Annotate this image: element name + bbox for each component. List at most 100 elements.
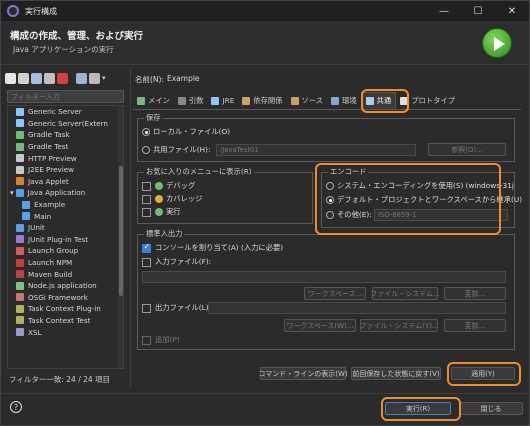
output-variables-button[interactable]: 変数...	[444, 319, 506, 332]
tab-2[interactable]: JRE	[207, 92, 238, 109]
run-configurations-dialog: 実行構成 — ☐ ✕ 構成の作成、管理、および実行 Java アプリケーションの…	[0, 0, 530, 426]
filter-icon[interactable]	[89, 72, 100, 84]
input-workspace-button[interactable]: ワークスペース...	[304, 287, 366, 300]
tab-label: メイン	[148, 95, 170, 105]
encoding-group: エンコード システム・エンコーディングを使用(S) (windows-31j デ…	[321, 167, 522, 228]
other-encoding-select[interactable]: ISO-8859-1	[374, 209, 508, 221]
close-window-button[interactable]: ✕	[495, 1, 529, 21]
tree-item[interactable]: Gradle Task	[8, 129, 123, 141]
favorite-icon	[155, 195, 163, 203]
tab-3[interactable]: 依存関係	[238, 92, 286, 109]
close-button[interactable]: 閉じる	[459, 402, 523, 415]
help-icon[interactable]: ?	[10, 401, 22, 413]
launch-type-icon	[16, 304, 24, 313]
tab-0[interactable]: メイン	[133, 92, 174, 109]
tab-6[interactable]: 共通	[360, 92, 397, 109]
collapse-all-icon[interactable]	[76, 72, 87, 84]
sash[interactable]	[130, 67, 131, 387]
tree-item[interactable]: Launch NPM	[8, 257, 123, 269]
new-config-icon[interactable]	[5, 72, 16, 84]
default-encoding-radio[interactable]: デフォルト・プロジェクトとワークスペースから継承(U)	[326, 195, 522, 205]
tab-label: 環境	[342, 95, 357, 105]
tab-1[interactable]: 引数	[174, 92, 208, 109]
input-file-checkbox[interactable]: 入力ファイル(F):	[142, 257, 211, 267]
append-checkbox[interactable]: 追加(P)	[142, 335, 180, 345]
run-button[interactable]: 実行(R)	[385, 402, 451, 415]
tree-item[interactable]: Launch Group	[8, 245, 123, 257]
export-icon[interactable]	[31, 72, 42, 84]
name-value[interactable]: Example	[167, 74, 200, 85]
input-file-field[interactable]	[142, 271, 506, 283]
output-file-checkbox[interactable]: 出力ファイル(L):	[142, 303, 211, 313]
stdio-group: 標準入出力 コンソールを割り当て(A) (入力に必要) 入力ファイル(F): ワ…	[137, 229, 515, 350]
filter-input[interactable]: フィルター入力	[7, 90, 124, 103]
tree-item-label: Example	[34, 200, 66, 210]
tree-item-label: HTTP Preview	[28, 153, 77, 163]
favorite-icon	[155, 182, 163, 190]
input-filesystem-button[interactable]: ファイル・システム...	[370, 287, 440, 300]
delete-icon[interactable]	[57, 72, 68, 84]
tree-item[interactable]: Main	[8, 210, 123, 222]
tree-item[interactable]: Generic Server	[8, 106, 123, 118]
tree-item[interactable]: Task Context Test	[8, 315, 123, 327]
tree-item[interactable]: ▾ Java Application	[8, 187, 123, 199]
view-menu-icon[interactable]: ▾	[102, 74, 106, 82]
favorite-checkbox[interactable]: 実行	[142, 207, 181, 217]
dialog-header: 構成の作成、管理、および実行 Java アプリケーションの実行	[1, 21, 529, 65]
local-file-radio[interactable]: ローカル・ファイル(O)	[142, 127, 230, 137]
launch-type-icon	[22, 200, 30, 209]
tree-item[interactable]: Node.js application	[8, 280, 123, 292]
tree-item[interactable]: J2EE Preview	[8, 164, 123, 176]
shared-file-field[interactable]: /JavaTest01	[216, 144, 416, 156]
tree-item[interactable]: Generic Server(Extern	[8, 118, 123, 130]
alloc-console-checkbox[interactable]: コンソールを割り当て(A) (入力に必要)	[142, 242, 283, 253]
tree-item[interactable]: JUnit Plug-in Test	[8, 234, 123, 246]
tree-item-label: JUnit	[28, 223, 45, 233]
tree-item-label: Java Applet	[28, 176, 69, 186]
browse-button[interactable]: 参照(O)...	[428, 143, 506, 156]
left-toolbar: ▾	[5, 70, 127, 86]
output-filesystem-button[interactable]: ファイル・システム(Y)...	[359, 319, 439, 332]
tree-item[interactable]: Java Applet	[8, 176, 123, 188]
tree-item[interactable]: HTTP Preview	[8, 152, 123, 164]
tree-item-label: Java Application	[27, 188, 86, 198]
input-variables-button[interactable]: 変数...	[444, 287, 506, 300]
show-cmdline-button[interactable]: コマンド・ラインの表示(W)	[258, 367, 348, 380]
tree-scrollbar[interactable]	[118, 106, 123, 368]
maximize-button[interactable]: ☐	[461, 1, 495, 21]
shared-file-label: 共用ファイル(H):	[153, 145, 211, 154]
favorite-checkbox[interactable]: デバッグ	[142, 181, 195, 191]
new-prototype-icon[interactable]	[18, 72, 29, 84]
output-file-field[interactable]	[208, 302, 506, 314]
tree-item-label: Node.js application	[28, 281, 97, 291]
system-encoding-radio[interactable]: システム・エンコーディングを使用(S) (windows-31j	[326, 181, 514, 191]
expand-arrow-icon[interactable]: ▾	[10, 188, 14, 197]
tab-5[interactable]: 環境	[327, 92, 361, 109]
shared-file-radio[interactable]: 共用ファイル(H):	[142, 145, 210, 155]
other-encoding-radio[interactable]: その他(E):	[326, 210, 372, 220]
tree-item[interactable]: Maven Build	[8, 268, 123, 280]
output-file-label: 出力ファイル(L):	[155, 303, 211, 312]
tab-label: ソース	[301, 95, 324, 105]
config-tree[interactable]: Generic Server Generic Server(Extern Gradl…	[7, 105, 124, 369]
favorite-label: デバッグ	[166, 181, 196, 190]
tab-4[interactable]: ソース	[287, 92, 328, 109]
tree-item[interactable]: OSGi Framework	[8, 292, 123, 304]
apply-button[interactable]: 適用(Y)	[451, 367, 515, 380]
tree-item[interactable]: JUnit	[8, 222, 123, 234]
footer-divider	[1, 393, 529, 394]
tab-7[interactable]: プロトタイプ	[396, 92, 459, 109]
tree-item-label: Main	[34, 211, 52, 221]
tree-item-label: Gradle Task	[28, 130, 70, 140]
tree-item[interactable]: Example	[8, 199, 123, 211]
tree-item[interactable]: XSL	[8, 326, 123, 338]
eclipse-icon	[7, 5, 19, 17]
tree-item[interactable]: Task Context Plug-in	[8, 303, 123, 315]
minimize-button[interactable]: —	[427, 1, 461, 21]
launch-type-icon	[16, 107, 24, 116]
favorite-checkbox[interactable]: カバレッジ	[142, 194, 202, 204]
revert-button[interactable]: 前回保存した状態に戻す(V)	[351, 367, 441, 380]
tree-item[interactable]: Gradle Test	[8, 141, 123, 153]
output-workspace-button[interactable]: ワークスペース(W)...	[284, 319, 356, 332]
duplicate-icon[interactable]	[44, 72, 55, 84]
